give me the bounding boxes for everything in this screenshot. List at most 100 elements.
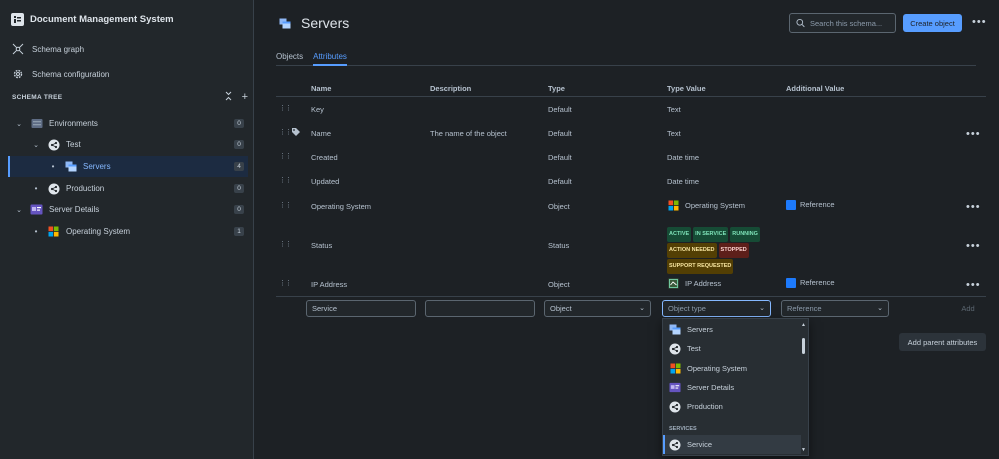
additional-value-select[interactable]: Reference ⌄ [781, 300, 889, 317]
schema-graph-icon [12, 43, 24, 55]
schema-graph-link[interactable]: Schema graph [12, 42, 84, 56]
more-actions-icon[interactable]: ••• [972, 17, 987, 28]
additional-label: Reference [800, 200, 835, 209]
bullet-icon: • [34, 227, 38, 236]
bullet-icon: • [51, 162, 55, 171]
attribute-description: The name of the object [430, 129, 507, 138]
dropdown-scrollbar[interactable] [802, 338, 805, 354]
attribute-name: Key [311, 105, 324, 114]
main-content: Servers Create object ••• Objects Attrib… [255, 0, 999, 459]
new-attribute-name-field[interactable] [306, 300, 416, 317]
column-header-additional-value[interactable]: Additional Value [786, 84, 844, 93]
form-divider [276, 296, 986, 297]
app-title[interactable]: Document Management System [11, 12, 174, 26]
create-object-button[interactable]: Create object [903, 14, 962, 32]
row-more-icon[interactable]: ••• [966, 202, 981, 213]
tree-item-server-details[interactable]: ⌄ Server Details 0 [8, 199, 248, 220]
attribute-type-value: Date time [667, 177, 700, 186]
share-icon [47, 182, 60, 195]
drag-handle-icon[interactable]: ⋮⋮ [279, 240, 292, 248]
attribute-name: Name [311, 129, 332, 138]
type-value-label: IP Address [685, 278, 722, 288]
status-lozenge: STOPPED [718, 243, 749, 258]
drag-handle-icon[interactable]: ⋮⋮ [279, 176, 292, 184]
attribute-type: Object [548, 280, 570, 289]
share-icon [669, 439, 681, 451]
ip-address-icon [667, 277, 679, 289]
attribute-type-value: Text [667, 105, 681, 114]
windows-icon [669, 363, 681, 375]
chevron-down-icon[interactable]: ⌄ [14, 120, 24, 128]
tab-attributes[interactable]: Attributes [313, 50, 347, 66]
object-type-dropdown: Servers Test Operating System Server Det… [662, 318, 809, 456]
column-header-type-value[interactable]: Type Value [667, 84, 706, 93]
chevron-down-icon[interactable]: ⌄ [14, 206, 24, 214]
app-title-label: Document Management System [30, 13, 174, 25]
additional-value-select-value: Reference [787, 304, 822, 313]
tree-item-environments[interactable]: ⌄ Environments 0 [8, 113, 248, 134]
status-lozenge: ACTIVE [667, 227, 692, 242]
row-more-icon[interactable]: ••• [966, 129, 981, 140]
drag-handle-icon[interactable]: ⋮⋮ [279, 201, 292, 209]
attribute-name: Updated [311, 177, 340, 186]
add-attribute-button[interactable]: Add [952, 300, 984, 317]
search-box[interactable] [789, 13, 896, 33]
column-header-name[interactable]: Name [311, 84, 331, 93]
tree-item-label: Servers [83, 162, 111, 171]
object-type-select[interactable]: ⌄ [662, 300, 771, 317]
dropdown-option-operating-system[interactable]: Operating System [663, 359, 801, 378]
tree-item-test[interactable]: ⌄ Test 0 [8, 134, 248, 155]
object-type-input[interactable] [668, 304, 770, 313]
row-more-icon[interactable]: ••• [966, 280, 981, 291]
chevron-down-icon[interactable]: ⌄ [31, 141, 41, 149]
tab-objects[interactable]: Objects [276, 50, 303, 66]
schema-tree-title: SCHEMA TREE [12, 93, 63, 101]
row-more-icon[interactable]: ••• [966, 241, 981, 252]
new-attribute-description-field[interactable] [425, 300, 535, 317]
schema-configuration-label: Schema configuration [32, 69, 110, 79]
search-input[interactable] [810, 18, 895, 28]
servers-icon [279, 17, 291, 29]
page-title: Servers [301, 15, 350, 31]
name-input[interactable] [312, 304, 415, 313]
drag-handle-icon[interactable]: ⋮⋮ [279, 104, 292, 112]
drag-handle-icon[interactable]: ⋮⋮ [279, 128, 292, 136]
add-schema-icon[interactable]: + [242, 92, 248, 103]
app-logo-icon [11, 12, 24, 26]
tree-item-servers[interactable]: • Servers 4 [8, 156, 248, 177]
attribute-type-value: IP Address [667, 277, 721, 289]
tree-item-production[interactable]: • Production 0 [8, 178, 248, 199]
description-input[interactable] [431, 304, 534, 313]
dropdown-option-label: Operating System [687, 364, 748, 373]
add-parent-attributes-button[interactable]: Add parent attributes [899, 333, 986, 351]
dropdown-option-server-details[interactable]: Server Details [663, 378, 801, 397]
drag-handle-icon[interactable]: ⋮⋮ [279, 152, 292, 160]
scroll-up-icon[interactable]: ▲ [801, 322, 806, 328]
dropdown-option-label: Production [687, 402, 723, 411]
collapse-tree-icon[interactable] [225, 91, 232, 103]
column-header-description[interactable]: Description [430, 84, 471, 93]
attribute-name: Operating System [311, 202, 372, 211]
type-select[interactable]: Object ⌄ [544, 300, 651, 317]
reference-icon [786, 278, 796, 289]
scroll-down-icon[interactable]: ▼ [801, 447, 806, 453]
dropdown-option-service[interactable]: Service [663, 435, 801, 454]
tree-item-operating-system[interactable]: • Operating System 1 [8, 221, 248, 242]
dropdown-option-test[interactable]: Test [663, 339, 801, 358]
share-icon [669, 343, 681, 355]
search-icon [796, 18, 805, 28]
drag-handle-icon[interactable]: ⋮⋮ [279, 279, 292, 287]
dropdown-option-servers[interactable]: Servers [663, 320, 801, 339]
dropdown-group-label: SERVICES [669, 426, 697, 432]
gear-icon [13, 69, 23, 79]
status-lozenge: RUNNING [730, 227, 760, 242]
schema-configuration-link[interactable]: Schema configuration [12, 67, 109, 81]
tree-item-count: 0 [234, 205, 244, 214]
type-value-label: Operating System [685, 200, 746, 210]
dropdown-option-production[interactable]: Production [663, 397, 801, 416]
column-header-type[interactable]: Type [548, 84, 565, 93]
bullet-icon: • [34, 184, 38, 193]
tree-item-count: 1 [234, 227, 244, 236]
tag-icon [291, 127, 301, 139]
dropdown-option-label: Servers [687, 325, 713, 334]
